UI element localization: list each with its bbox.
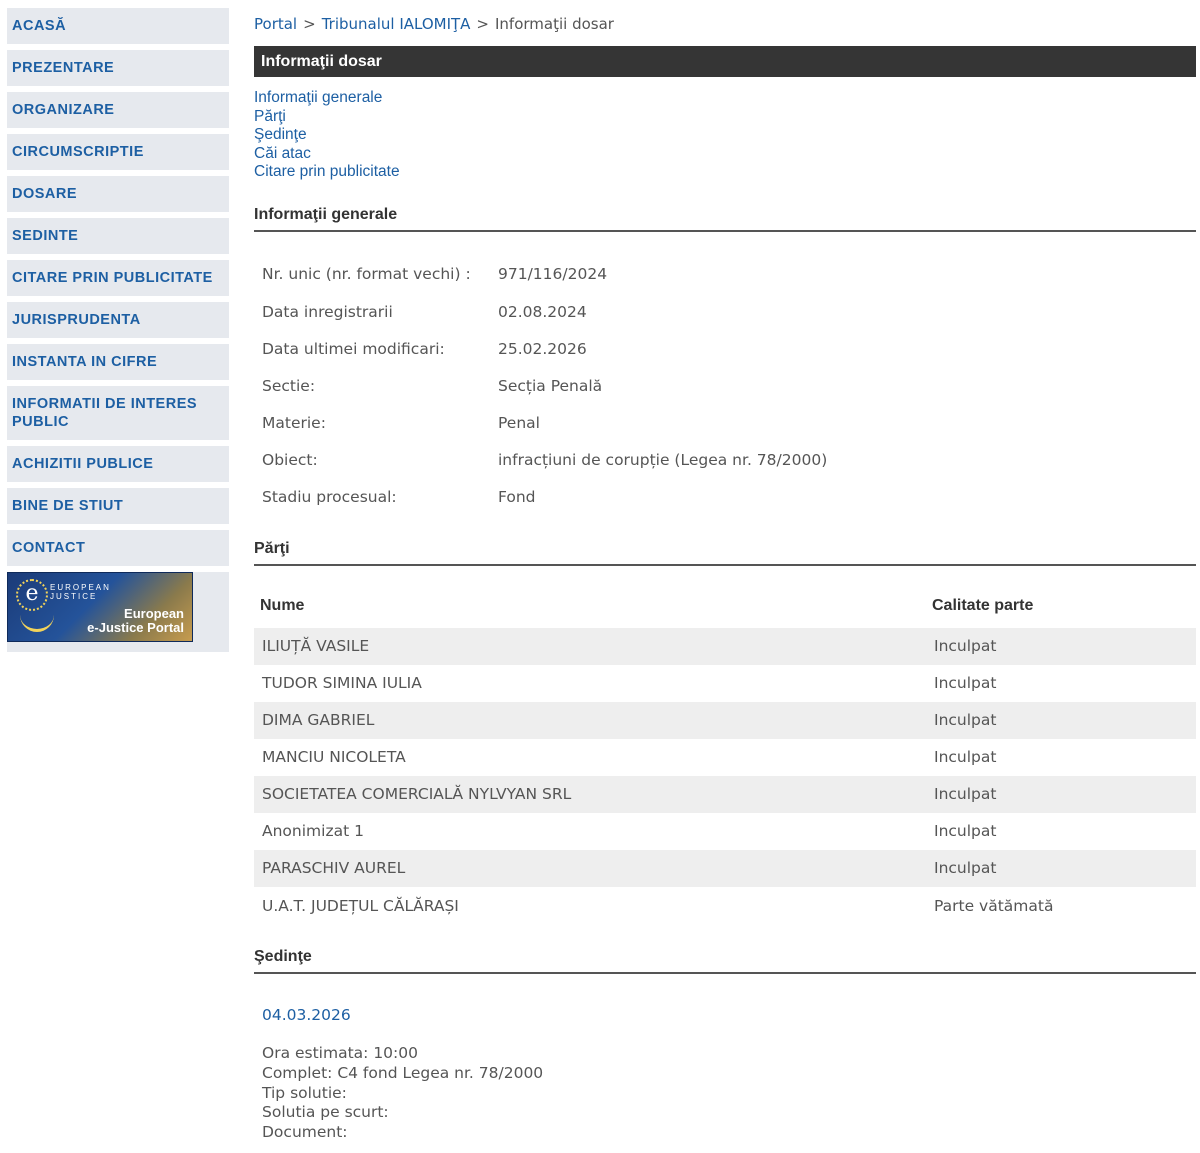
sedinta-tip-solutie: Tip solutie: [262, 1083, 347, 1102]
nav-label: PREZENTARE [12, 60, 115, 76]
breadcrumb-separator: > [476, 15, 489, 33]
sedinta-solutia-scurt: Solutia pe scurt: [262, 1103, 389, 1122]
info-value: Secția Penală [498, 377, 603, 395]
nav-item-achizitii[interactable]: ACHIZITII PUBLICE [7, 446, 229, 488]
scales-icon [20, 615, 54, 632]
nav-label: INSTANTA IN CIFRE [12, 354, 158, 370]
nav-item-contact[interactable]: CONTACT [7, 530, 229, 572]
banner-container: e EUROPEAN JUSTICE European e-Justice Po… [7, 572, 229, 652]
info-key: Stadiu procesual: [262, 488, 397, 506]
sedinta-date: 04.03.2026 [262, 1006, 351, 1024]
nav-label: CITARE PRIN PUBLICITATE [12, 270, 213, 286]
table-row: MANCIU NICOLETA Inculpat [254, 739, 1196, 776]
nav-label: DOSARE [12, 186, 78, 202]
jump-link-informatii-generale[interactable]: Informaţii generale [254, 89, 400, 108]
info-value: infracțiuni de corupție (Legea nr. 78/20… [498, 451, 828, 469]
info-key: Data ultimei modificari: [262, 340, 445, 358]
sidebar-nav: ACASĂ PREZENTARE ORGANIZARE CIRCUMSCRIPT… [7, 8, 229, 652]
nav-label: CIRCUMSCRIPTIE [12, 144, 144, 160]
nav-label: CONTACT [12, 540, 86, 556]
section-heading-parti: Părţi [254, 540, 1196, 566]
info-value: 25.02.2026 [498, 340, 587, 358]
party-role: Inculpat [934, 748, 997, 766]
info-value: Fond [498, 488, 536, 506]
nav-label: BINE DE STIUT [12, 498, 124, 514]
nav-item-acasa[interactable]: ACASĂ [7, 8, 229, 50]
nav-label: SEDINTE [12, 228, 79, 244]
nav-label: ACASĂ [12, 18, 67, 34]
info-key: Nr. unic (nr. format vechi) : [262, 265, 471, 283]
party-name: PARASCHIV AUREL [262, 859, 406, 877]
nav-item-bine-de-stiut[interactable]: BINE DE STIUT [7, 488, 229, 530]
nav-item-informatii-interes-public[interactable]: INFORMATII DE INTERES PUBLIC [7, 386, 229, 446]
nav-item-instanta-in-cifre[interactable]: INSTANTA IN CIFRE [7, 344, 229, 386]
party-name: TUDOR SIMINA IULIA [262, 674, 422, 692]
breadcrumb-court-link[interactable]: Tribunalul IALOMIŢA [322, 15, 471, 33]
table-row: U.A.T. JUDEȚUL CĂLĂRAȘI Parte vătămată [254, 888, 1196, 925]
table-row: Anonimizat 1 Inculpat [254, 813, 1196, 850]
table-row: TUDOR SIMINA IULIA Inculpat [254, 665, 1196, 702]
party-role: Inculpat [934, 822, 997, 840]
banner-line1: European [124, 606, 184, 621]
parti-table-header: Nume Calitate parte [254, 597, 1196, 617]
jump-link-citare[interactable]: Citare prin publicitate [254, 163, 400, 182]
party-name: DIMA GABRIEL [262, 711, 375, 729]
sedinta-complet: Complet: C4 fond Legea nr. 78/2000 [262, 1063, 544, 1082]
nav-label: JURISPRUDENTA [12, 312, 141, 328]
nav-item-jurisprudenta[interactable]: JURISPRUDENTA [7, 302, 229, 344]
column-header-calitate: Calitate parte [932, 597, 1034, 614]
column-header-nume: Nume [260, 597, 305, 614]
nav-label: ORGANIZARE [12, 102, 115, 118]
section-heading-general: Informaţii generale [254, 206, 1196, 232]
breadcrumb-portal-link[interactable]: Portal [254, 15, 297, 33]
party-name: ILIUȚĂ VASILE [262, 637, 370, 655]
section-heading-sedinte: Şedinţe [254, 948, 1196, 974]
table-row: PARASCHIV AUREL Inculpat [254, 850, 1196, 887]
breadcrumb: Portal > Tribunalul IALOMIŢA > Informaţii do… [254, 15, 614, 33]
table-row: DIMA GABRIEL Inculpat [254, 702, 1196, 739]
table-row: SOCIETATEA COMERCIALĂ NYLVYAN SRL Inculpa… [254, 776, 1196, 813]
info-key: Materie: [262, 414, 326, 432]
breadcrumb-current: Informaţii dosar [495, 15, 614, 33]
sedinta-ora: Ora estimata: 10:00 [262, 1044, 418, 1062]
nav-item-sedinte[interactable]: SEDINTE [7, 218, 229, 260]
breadcrumb-separator: > [303, 15, 316, 33]
page-title: Informaţii dosar [254, 46, 1196, 77]
party-role: Inculpat [934, 637, 997, 655]
party-name: SOCIETATEA COMERCIALĂ NYLVYAN SRL [262, 785, 572, 803]
nav-item-citare[interactable]: CITARE PRIN PUBLICITATE [7, 260, 229, 302]
nav-label: INFORMATII DE INTERES PUBLIC [12, 396, 198, 430]
party-role: Inculpat [934, 711, 997, 729]
nav-item-dosare[interactable]: DOSARE [7, 176, 229, 218]
party-name: MANCIU NICOLETA [262, 748, 406, 766]
european-justice-logo-icon: e [16, 579, 48, 611]
info-value: 971/116/2024 [498, 265, 608, 283]
party-name: U.A.T. JUDEȚUL CĂLĂRAȘI [262, 897, 459, 915]
party-role: Parte vătămată [934, 897, 1054, 915]
party-name: Anonimizat 1 [262, 822, 364, 840]
sedinta-details: Ora estimata: 10:00 Complet: C4 fond Leg… [262, 1044, 543, 1143]
jump-link-cai-atac[interactable]: Căi atac [254, 145, 400, 164]
info-value: 02.08.2024 [498, 303, 587, 321]
sedinta-document: Document: [262, 1123, 348, 1142]
nav-label: ACHIZITII PUBLICE [12, 456, 154, 472]
info-key: Data inregistrarii [262, 303, 393, 321]
party-role: Inculpat [934, 785, 997, 803]
party-role: Inculpat [934, 674, 997, 692]
section-jump-links: Informaţii generale Părţi Şedinţe Căi at… [254, 89, 400, 182]
jump-link-parti[interactable]: Părţi [254, 108, 400, 127]
info-key: Sectie: [262, 377, 316, 395]
e-justice-banner[interactable]: e EUROPEAN JUSTICE European e-Justice Po… [7, 572, 193, 642]
nav-item-organizare[interactable]: ORGANIZARE [7, 92, 229, 134]
banner-line2: e-Justice Portal [87, 620, 184, 635]
banner-top-text: EUROPEAN JUSTICE [50, 583, 111, 601]
party-role: Inculpat [934, 859, 997, 877]
jump-link-sedinte[interactable]: Şedinţe [254, 126, 400, 145]
table-row: ILIUȚĂ VASILE Inculpat [254, 628, 1196, 665]
info-key: Obiect: [262, 451, 318, 469]
banner-portal-text: European e-Justice Portal [87, 607, 184, 635]
nav-item-circumscriptie[interactable]: CIRCUMSCRIPTIE [7, 134, 229, 176]
info-value: Penal [498, 414, 540, 432]
nav-item-prezentare[interactable]: PREZENTARE [7, 50, 229, 92]
